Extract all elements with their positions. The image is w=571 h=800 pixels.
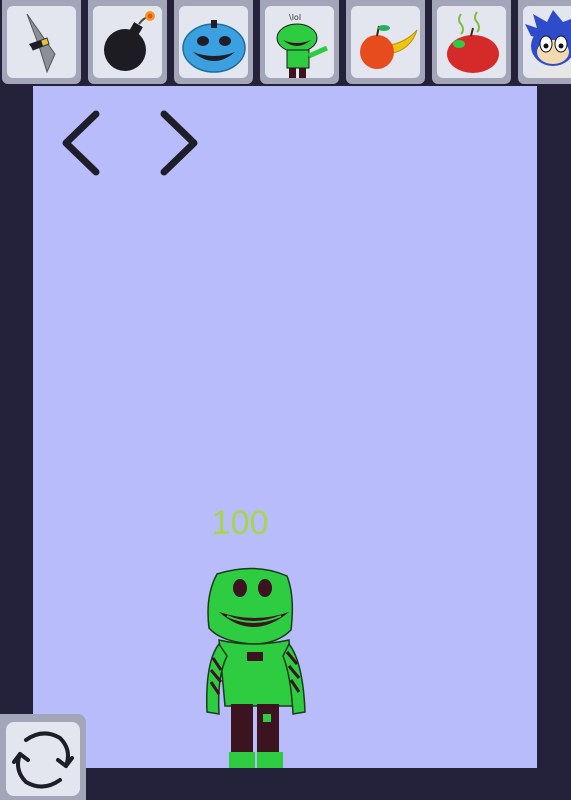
chevron-left-icon	[62, 110, 100, 176]
reset-panel	[0, 714, 86, 800]
bomb-icon	[104, 11, 155, 71]
toolbar-slot-apple-banana[interactable]	[346, 0, 425, 84]
toolbar-slot-blue-pumpkin[interactable]	[174, 0, 253, 84]
blue-pumpkin-icon	[182, 20, 246, 73]
toolbar-slot-knife[interactable]	[2, 0, 81, 84]
reset-button[interactable]	[6, 722, 80, 796]
toolbar-slot-green-monster[interactable]: \lol	[260, 0, 339, 84]
toolbar-slot-bomb[interactable]	[88, 0, 167, 84]
green-monster-target[interactable]	[195, 566, 315, 771]
knife-icon	[26, 13, 56, 74]
prev-button[interactable]	[58, 108, 108, 178]
ground-floor	[33, 768, 537, 800]
toolbar-slot-rotten-apple[interactable]	[432, 0, 511, 84]
next-button[interactable]	[152, 108, 202, 178]
green-monster-icon: \lol	[276, 13, 329, 78]
rotten-apple-icon	[447, 11, 499, 73]
blue-hedgehog-icon	[525, 10, 571, 78]
chevron-right-icon	[160, 110, 198, 176]
apple-banana-icon	[360, 25, 418, 69]
item-toolbar: \lol	[0, 0, 571, 86]
toolbar-slot-blue-hedgehog[interactable]	[518, 0, 571, 84]
green-monster-sprite	[206, 567, 306, 771]
monster-caption: \lol	[289, 13, 301, 22]
health-value: 100	[211, 504, 269, 542]
refresh-icon	[12, 731, 74, 789]
